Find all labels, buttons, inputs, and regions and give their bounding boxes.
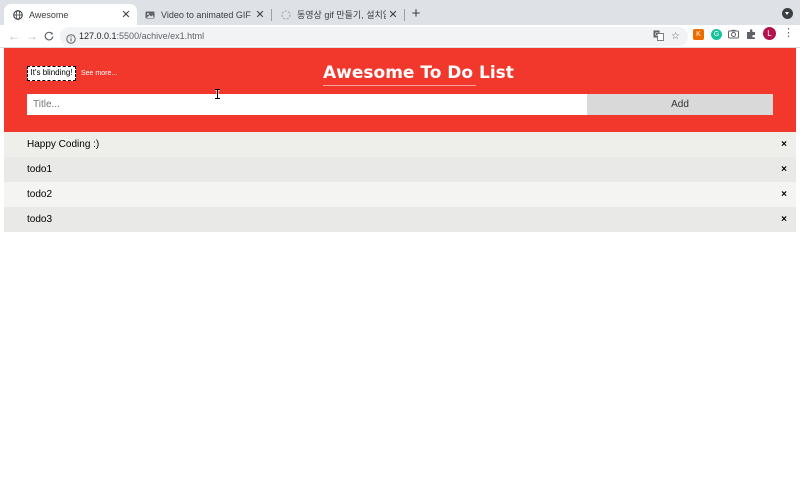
loading-icon [281, 10, 291, 20]
todo-label: todo2 [27, 189, 53, 200]
list-item[interactable]: todo3 × [4, 207, 796, 232]
tab-awesome[interactable]: Awesome ✕ [4, 4, 137, 25]
url-text: 127.0.0.1:5500/achive/ex1.html [79, 27, 204, 46]
add-button[interactable]: Add [587, 94, 773, 115]
title-underline [323, 85, 476, 86]
colorzilla-icon[interactable]: K [693, 29, 704, 40]
browser-toolbar: ← → 127.0.0.1:5500/achive/ex1.html G ☆ K… [0, 25, 800, 48]
kebab-menu-icon[interactable]: ⋮ [783, 27, 794, 40]
bookmark-star-icon[interactable]: ☆ [669, 30, 682, 43]
delete-icon[interactable]: × [779, 132, 789, 157]
page-content: It's blinding! See more... Awesome To Do… [4, 48, 796, 500]
todo-list: Happy Coding :) × todo1 × todo2 × todo3 … [4, 132, 796, 232]
new-tab-icon[interactable]: + [408, 6, 424, 22]
delete-icon[interactable]: × [779, 182, 789, 207]
todo-label: Happy Coding :) [27, 139, 100, 150]
tab-title: Awesome [29, 9, 69, 20]
blinding-button[interactable]: It's blinding! [27, 66, 76, 81]
list-item[interactable]: Happy Coding :) × [4, 132, 796, 157]
see-more-link[interactable]: See more... [81, 68, 117, 80]
close-tab-icon[interactable]: ✕ [253, 8, 267, 21]
tab-title: Video to animated GIF converte [161, 9, 253, 20]
camera-icon[interactable] [728, 29, 739, 40]
list-item[interactable]: todo2 × [4, 182, 796, 207]
tab-separator [404, 9, 405, 21]
tab-gif-maker[interactable]: 동영상 gif 만들기, 설치없이 동빨 만 ✕ [272, 4, 404, 25]
tab-gif-converter[interactable]: Video to animated GIF converte ✕ [136, 4, 271, 25]
app-header: It's blinding! See more... Awesome To Do… [4, 48, 796, 132]
url-path: :5500/achive/ex1.html [116, 31, 205, 41]
title-input[interactable] [27, 94, 587, 115]
globe-icon [13, 9, 23, 20]
text-cursor-icon [214, 86, 221, 100]
info-icon[interactable] [66, 31, 76, 44]
delete-icon[interactable]: × [779, 207, 789, 232]
reload-icon[interactable] [41, 28, 57, 44]
delete-icon[interactable]: × [779, 157, 789, 182]
back-icon[interactable]: ← [6, 28, 22, 44]
svg-text:G: G [655, 32, 659, 38]
close-tab-icon[interactable]: ✕ [119, 8, 133, 21]
tab-strip: Awesome ✕ Video to animated GIF converte… [0, 0, 800, 25]
forward-icon[interactable]: → [24, 28, 40, 44]
page-title: Awesome To Do List [323, 63, 514, 83]
todo-label: todo1 [27, 164, 53, 175]
tab-search-icon[interactable] [782, 8, 793, 19]
url-host: 127.0.0.1 [79, 31, 117, 41]
list-item[interactable]: todo1 × [4, 157, 796, 182]
tab-title: 동영상 gif 만들기, 설치없이 동빨 만 [297, 10, 386, 20]
image-icon [145, 10, 155, 20]
puzzle-icon[interactable] [746, 29, 757, 40]
grammarly-icon[interactable]: G [711, 29, 722, 40]
todo-label: todo3 [27, 214, 53, 225]
translate-icon[interactable]: G [652, 30, 665, 43]
profile-avatar[interactable]: L [763, 27, 776, 40]
close-tab-icon[interactable]: ✕ [386, 8, 400, 21]
address-bar[interactable]: 127.0.0.1:5500/achive/ex1.html G ☆ [60, 27, 688, 46]
